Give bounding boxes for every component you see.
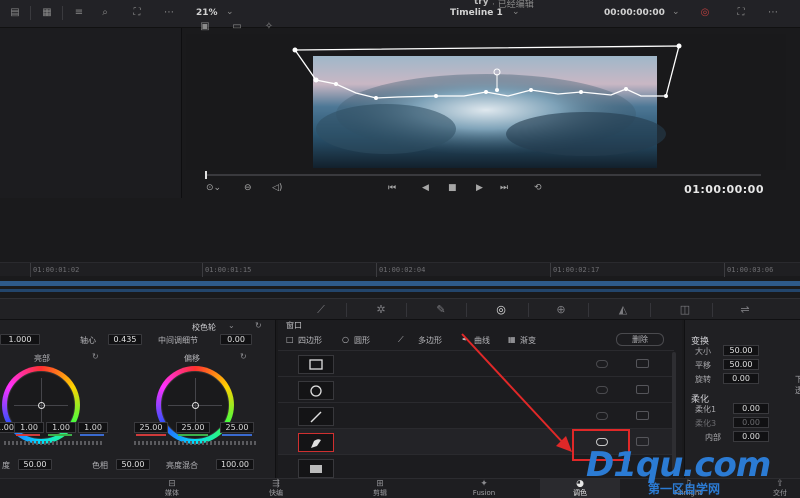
inside-field[interactable]: 0.00	[733, 431, 769, 442]
annotation-arrow	[461, 333, 567, 447]
soft1-label: 柔化1	[695, 405, 717, 414]
size-label: 大小	[695, 347, 711, 356]
soft3-label: 柔化3	[695, 419, 717, 428]
page-tab-label: 剪辑	[373, 489, 387, 497]
soft3-field[interactable]: 0.00	[733, 417, 769, 428]
page-tab-edit[interactable]: ⊞ 剪辑	[348, 479, 412, 498]
rotate-label: 旋转	[695, 375, 711, 384]
page-tab-media[interactable]: ⊟ 媒体	[140, 479, 204, 498]
perspective-label: 下透	[795, 375, 800, 395]
watermark-subtitle: 第一区自学网	[648, 482, 721, 496]
size-field[interactable]: 50.00	[723, 345, 759, 356]
pan-field[interactable]: 50.00	[723, 359, 759, 370]
rotate-field[interactable]: 0.00	[723, 373, 759, 384]
page-tab-cut[interactable]: ⇶ 快编	[244, 479, 308, 498]
page-tab-fusion[interactable]: ✦ Fusion	[452, 479, 516, 498]
soft1-field[interactable]: 0.00	[733, 403, 769, 414]
fusion-icon: ✦	[480, 479, 488, 489]
page-tab-label: 媒体	[165, 489, 179, 497]
annotation-overlay	[461, 333, 630, 461]
pan-label: 平移	[695, 361, 711, 370]
watermark: D1qu.com 第一区自学网	[586, 448, 796, 496]
edit-icon: ⊞	[376, 479, 384, 489]
watermark-logo-text: D1qu.com	[586, 445, 771, 485]
page-tab-label: Fusion	[472, 489, 496, 497]
page-tab-label: 快编	[269, 489, 283, 497]
cut-icon: ⇶	[272, 479, 280, 489]
inside-label: 内部	[705, 433, 721, 442]
media-icon: ⊟	[168, 479, 176, 489]
